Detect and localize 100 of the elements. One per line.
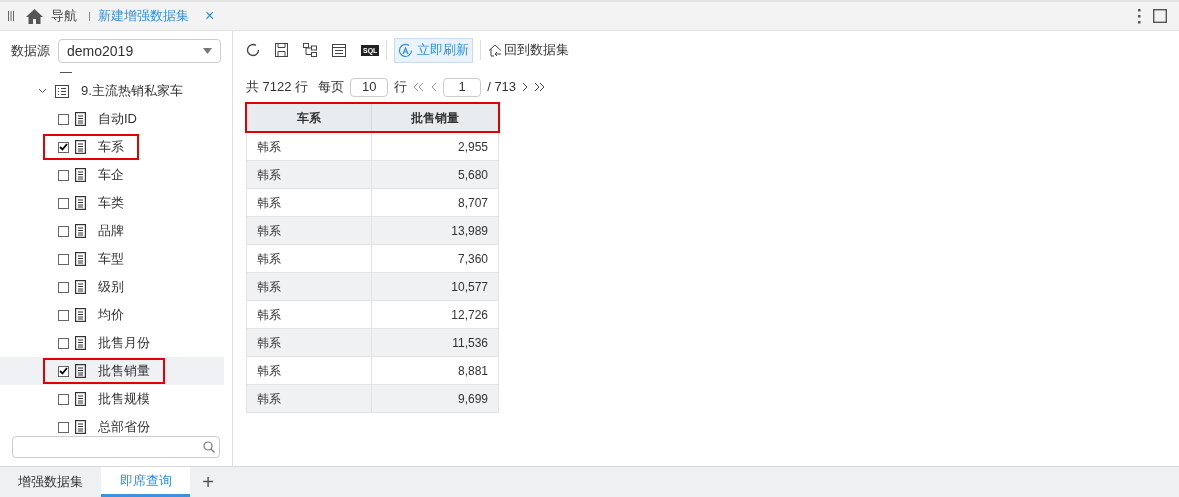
field-item[interactable]: 批售月份 <box>0 329 224 357</box>
table-cell: 韩系 <box>247 161 372 188</box>
table-cell-text: 8,707 <box>456 194 489 212</box>
table-cell-text: 12,726 <box>450 306 489 324</box>
table-cell: 韩系 <box>247 301 372 328</box>
field-item[interactable]: 车型 <box>0 245 224 273</box>
field-item[interactable]: 车类 <box>0 189 224 217</box>
tab[interactable]: 导航 <box>26 6 77 26</box>
field-highlight: 批售月份 <box>43 330 165 356</box>
column-header: 批售销量 <box>410 109 460 127</box>
datasource-select[interactable]: demo2019 <box>58 39 221 63</box>
field-item[interactable]: 车系 <box>0 133 224 161</box>
home-icon <box>26 8 43 24</box>
document-icon <box>75 168 86 182</box>
document-icon <box>75 364 86 378</box>
previous-page-icon <box>431 82 438 92</box>
table-cell: 韩系 <box>247 273 372 300</box>
search-field[interactable] <box>12 436 220 458</box>
table-cell-text: 7,360 <box>456 250 489 268</box>
field-highlight: 批售销量 <box>43 358 165 384</box>
checkbox[interactable] <box>58 365 69 377</box>
table-cell: 韩系 <box>247 385 372 412</box>
field-highlight: 车型 <box>43 246 139 272</box>
field-item[interactable]: 车企 <box>0 161 224 189</box>
field-item[interactable]: 总部省份 <box>0 413 224 436</box>
field-item[interactable]: 均价 <box>0 301 224 329</box>
table-cell-text: 10,577 <box>450 278 489 296</box>
table-cell-text: 5,680 <box>456 166 489 184</box>
table-icon <box>55 84 69 98</box>
last-page-icon <box>534 82 547 92</box>
bottom-tab[interactable]: 增强数据集 <box>0 467 101 497</box>
auto-refresh-icon <box>398 42 414 58</box>
field-item[interactable]: 批售销量 <box>0 357 224 385</box>
checkbox[interactable] <box>58 337 69 349</box>
table-cell-text: 9,699 <box>456 390 489 408</box>
bottom-tab[interactable]: 即席查询 <box>101 467 190 497</box>
checkbox[interactable] <box>58 281 69 293</box>
row-unit: 行 <box>394 78 408 97</box>
checkbox[interactable] <box>58 393 69 405</box>
column-header: 车系 <box>247 104 372 131</box>
document-icon <box>75 392 86 406</box>
page-count: / 713 <box>487 78 517 97</box>
checkbox[interactable] <box>58 169 69 181</box>
next-page-icon <box>522 82 529 92</box>
table-cell-text: 11,536 <box>451 334 489 352</box>
menu-icon <box>8 11 14 21</box>
document-icon <box>75 336 86 350</box>
checkbox[interactable] <box>58 141 69 153</box>
per-page-label: 每页 <box>318 78 345 97</box>
table-cell-text: 13,989 <box>450 222 489 240</box>
page-field[interactable]: 1 <box>443 77 482 97</box>
datasource-label: 数据源 <box>11 42 50 61</box>
refresh-icon <box>246 43 260 57</box>
document-icon <box>75 280 86 294</box>
checkbox[interactable] <box>58 225 69 237</box>
field-highlight: 品牌 <box>43 218 139 244</box>
hierarchy-icon <box>303 43 317 57</box>
field-highlight: 车系 <box>43 134 139 160</box>
document-icon <box>75 224 86 238</box>
field-highlight: 均价 <box>43 302 139 328</box>
field-highlight: 车类 <box>43 190 139 216</box>
field-item[interactable]: 级别 <box>0 273 224 301</box>
checkbox[interactable] <box>58 253 69 265</box>
maximize-icon <box>1153 9 1167 23</box>
checkbox[interactable] <box>58 197 69 209</box>
tree-node[interactable]: 9.主流热销私家车 <box>0 77 232 105</box>
document-icon <box>75 112 86 126</box>
search-icon <box>203 441 215 453</box>
document-icon <box>75 140 86 154</box>
per-page-field[interactable]: 10 <box>350 77 389 97</box>
checkbox[interactable] <box>58 309 69 321</box>
field-item[interactable]: 批售规模 <box>0 385 224 413</box>
table-cell: 韩系 <box>247 133 372 160</box>
table-cell: 韩系 <box>247 245 372 272</box>
save-icon <box>275 43 288 57</box>
field-item[interactable]: 品牌 <box>0 217 224 245</box>
back-to-dataset-button[interactable]: 回到数据集 <box>488 40 570 60</box>
form-icon <box>332 43 346 57</box>
checkbox[interactable] <box>58 421 69 433</box>
caret-icon <box>203 48 212 54</box>
field-highlight: 级别 <box>43 274 139 300</box>
document-icon <box>75 196 86 210</box>
table-cell-text: 8,881 <box>456 362 489 380</box>
home-arrow-icon <box>488 43 503 57</box>
table-cell: 韩系 <box>247 329 372 356</box>
field-highlight: 批售规模 <box>43 386 165 412</box>
table-cell: 韩系 <box>247 217 372 244</box>
total-rows: 共 7122 行 <box>246 77 309 97</box>
add-tab-button[interactable]: + <box>190 467 226 497</box>
document-icon <box>75 252 86 266</box>
field-item[interactable]: 自动ID <box>0 105 224 133</box>
document-icon <box>75 308 86 322</box>
first-page-icon <box>413 82 426 92</box>
checkbox[interactable] <box>58 113 69 125</box>
field-highlight: 车企 <box>43 162 139 188</box>
field-highlight: 自动ID <box>43 106 152 132</box>
field-highlight: 总部省份 <box>43 414 165 436</box>
table-cell: 韩系 <box>247 357 372 384</box>
table-cell-text: 2,955 <box>456 138 489 156</box>
document-icon <box>75 420 86 434</box>
